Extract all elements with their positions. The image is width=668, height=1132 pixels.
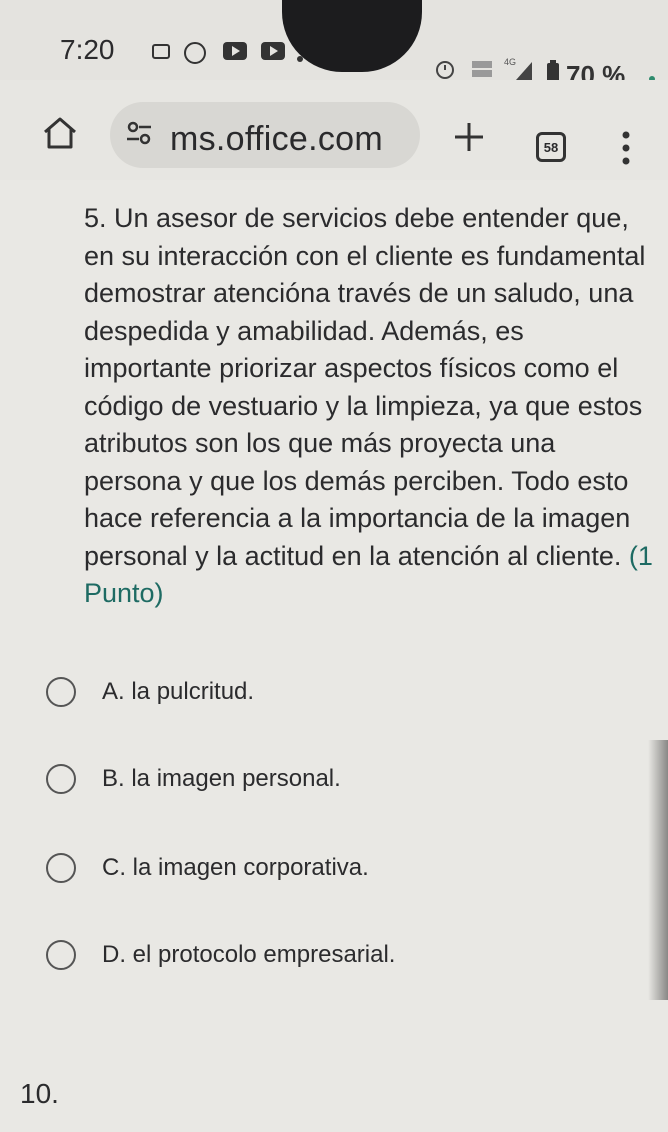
radio-button[interactable]	[46, 853, 76, 883]
status-bar: 7:20 4G 70 %	[0, 0, 668, 90]
home-icon[interactable]	[40, 114, 80, 155]
question-text: 5. Un asesor de servicios debe entender …	[84, 200, 654, 613]
new-tab-icon[interactable]	[452, 120, 486, 159]
question-body: 5. Un asesor de servicios debe entender …	[84, 203, 646, 571]
option-label: B. la imagen personal.	[102, 765, 341, 792]
whatsapp-icon	[182, 40, 208, 71]
next-question-number: 10.	[20, 1078, 59, 1109]
status-time: 7:20	[60, 34, 115, 65]
radio-button[interactable]	[46, 764, 76, 794]
option-c[interactable]: C. la imagen corporativa.	[46, 853, 369, 883]
notification-dot-icon	[296, 50, 304, 68]
url-text[interactable]: ms.office.com	[170, 120, 383, 159]
option-a[interactable]: A. la pulcritud.	[46, 677, 254, 707]
cast-icon	[150, 40, 174, 69]
menu-icon[interactable]	[620, 130, 632, 171]
option-d[interactable]: D. el protocolo empresarial.	[46, 940, 395, 970]
youtube-icon	[222, 40, 248, 67]
youtube-icon	[260, 40, 286, 67]
option-b[interactable]: B. la imagen personal.	[46, 764, 341, 794]
option-label: A. la pulcritud.	[102, 678, 255, 705]
radio-button[interactable]	[46, 940, 76, 970]
site-settings-icon[interactable]	[124, 118, 154, 153]
browser-toolbar: ms.office.com 58	[0, 80, 668, 180]
tabs-icon[interactable]: 58	[536, 132, 566, 162]
finger-shadow	[648, 740, 668, 1000]
radio-button[interactable]	[46, 677, 76, 707]
svg-text:4G: 4G	[504, 57, 516, 67]
option-label: D. el protocolo empresarial.	[102, 941, 396, 968]
option-label: C. la imagen corporativa.	[102, 854, 369, 881]
